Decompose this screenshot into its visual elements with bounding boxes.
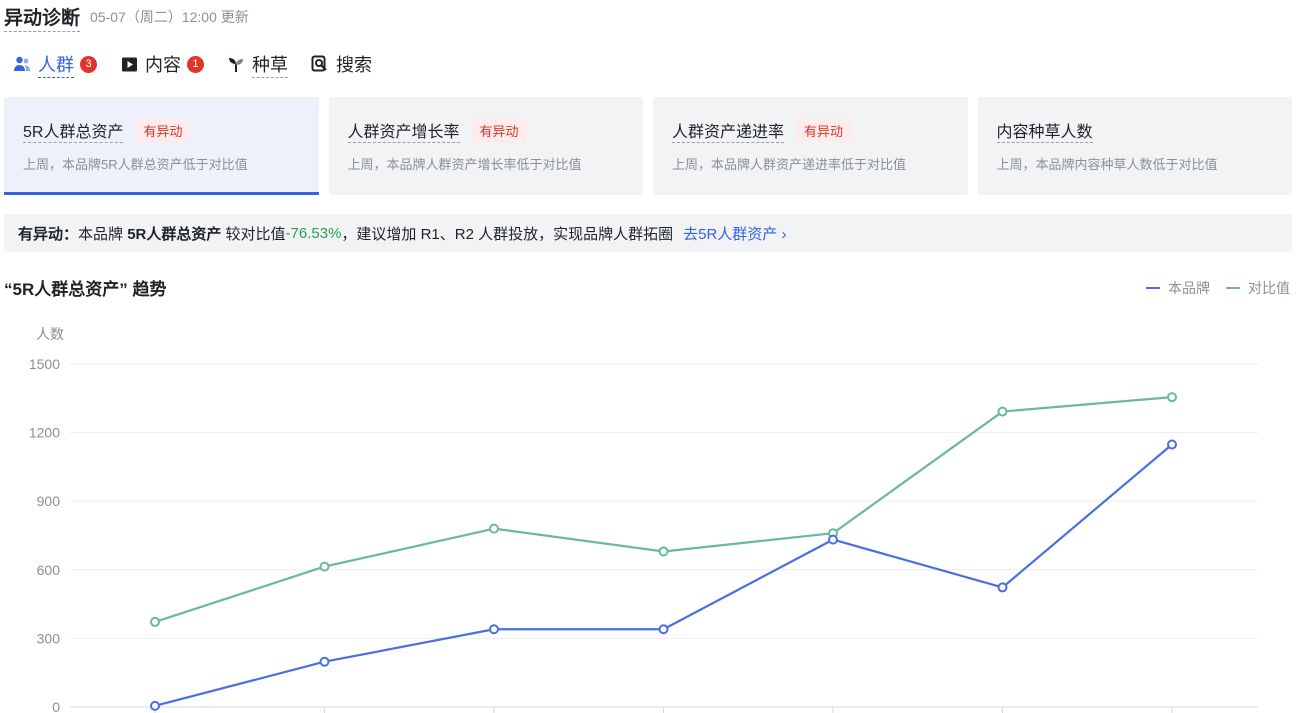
chart-title: “5R人群总资产” 趋势 [4, 280, 167, 299]
anomaly-tag: 有异动 [796, 118, 852, 142]
data-point-compare [489, 523, 499, 534]
card-title: 5R人群总资产 [23, 118, 124, 143]
data-point-brand [828, 534, 838, 545]
tab-badge: 1 [187, 55, 204, 73]
legend-item-compare[interactable]: 对比值 [1226, 278, 1290, 298]
go-to-5r-assets-link[interactable]: 去5R人群资产 › [683, 223, 786, 244]
card-title: 人群资产递进率 [672, 118, 785, 143]
data-point-brand [489, 624, 499, 635]
y-tick-label: 0 [52, 699, 60, 713]
alert-prefix: 有异动： [18, 225, 79, 243]
card-title: 人群资产增长率 [347, 118, 460, 143]
tab-seeding[interactable]: 种草 [226, 51, 288, 78]
series-line-compare [154, 396, 1173, 623]
user-group-icon [12, 54, 32, 74]
anomaly-tag: 有异动 [471, 118, 527, 142]
legend-item-brand[interactable]: 本品牌 [1146, 278, 1210, 298]
tab-label: 搜索 [336, 54, 372, 75]
y-tick-label: 300 [37, 630, 61, 646]
anomaly-alert-bar: 有异动： 本品牌 5R人群总资产 较对比值 -76.53% ，建议增加 R1、R… [4, 214, 1292, 252]
alert-metric: 5R人群总资产 [127, 225, 222, 243]
tab-label: 种草 [252, 51, 288, 78]
legend-swatch [1226, 287, 1240, 289]
y-tick-label: 600 [37, 562, 61, 578]
alert-text: 本品牌 [78, 225, 128, 243]
card-title: 内容种草人数 [996, 118, 1093, 143]
category-tabs: 人群 3 内容 1 种草 搜索 [12, 50, 394, 78]
y-tick-label: 1500 [29, 356, 60, 372]
metric-card-progression-rate[interactable]: 人群资产递进率 有异动 上周，本品牌人群资产递进率低于对比值 [653, 97, 968, 195]
trend-line-chart: 人数 0 300 600 900 1200 1500 [29, 326, 1258, 713]
data-point-compare [997, 406, 1008, 417]
card-description: 上周，本品牌内容种草人数低于对比值 [996, 157, 1218, 172]
search-icon [310, 54, 330, 74]
data-point-compare [319, 561, 330, 572]
legend-swatch [1146, 287, 1160, 289]
card-description: 上周，本品牌5R人群总资产低于对比值 [23, 157, 248, 172]
play-square-icon [119, 54, 139, 74]
tab-search[interactable]: 搜索 [310, 51, 372, 78]
alert-text: ，建议增加 R1、R2 人群投放，实现品牌人群拓圈 [341, 225, 674, 243]
data-point-brand [658, 624, 669, 635]
alert-text: 较对比值 [221, 225, 286, 243]
legend-label: 本品牌 [1168, 280, 1210, 296]
page-header: 异动诊断 05-07（周二）12:00 更新 [4, 3, 249, 32]
y-axis-label: 人数 [36, 326, 64, 342]
alert-value: -76.53% [285, 224, 342, 242]
y-tick-label: 1200 [29, 425, 60, 441]
metric-card-content-seeding[interactable]: 内容种草人数 上周，本品牌内容种草人数低于对比值 [977, 97, 1292, 195]
data-point-brand [319, 656, 330, 667]
data-point-brand [1167, 439, 1177, 450]
tab-content[interactable]: 内容 1 [119, 51, 204, 78]
card-description: 上周，本品牌人群资产递进率低于对比值 [672, 157, 907, 172]
metric-card-growth-rate[interactable]: 人群资产增长率 有异动 上周，本品牌人群资产增长率低于对比值 [328, 97, 643, 195]
metric-card-5r-total[interactable]: 5R人群总资产 有异动 上周，本品牌5R人群总资产低于对比值 [4, 97, 319, 195]
data-point-brand [150, 700, 160, 711]
card-description: 上周，本品牌人群资产增长率低于对比值 [347, 157, 582, 172]
data-point-brand [997, 582, 1008, 593]
tab-label: 内容 [145, 54, 181, 75]
tab-badge: 3 [80, 55, 97, 73]
anomaly-tag: 有异动 [135, 118, 191, 142]
y-tick-label: 900 [37, 493, 61, 509]
series-line-brand [154, 443, 1173, 707]
tab-crowd[interactable]: 人群 3 [12, 51, 97, 78]
data-point-compare [150, 616, 160, 627]
update-time: 05-07（周二）12:00 更新 [90, 9, 249, 25]
legend-label: 对比值 [1248, 280, 1290, 296]
tab-label: 人群 [38, 51, 74, 78]
page-title: 异动诊断 [4, 3, 81, 32]
data-point-compare [658, 546, 669, 557]
data-point-compare [1167, 392, 1177, 403]
chart-legend: 本品牌 对比值 [1130, 278, 1290, 298]
metric-cards: 5R人群总资产 有异动 上周，本品牌5R人群总资产低于对比值 人群资产增长率 有… [4, 97, 1292, 195]
sprout-icon [226, 54, 246, 74]
